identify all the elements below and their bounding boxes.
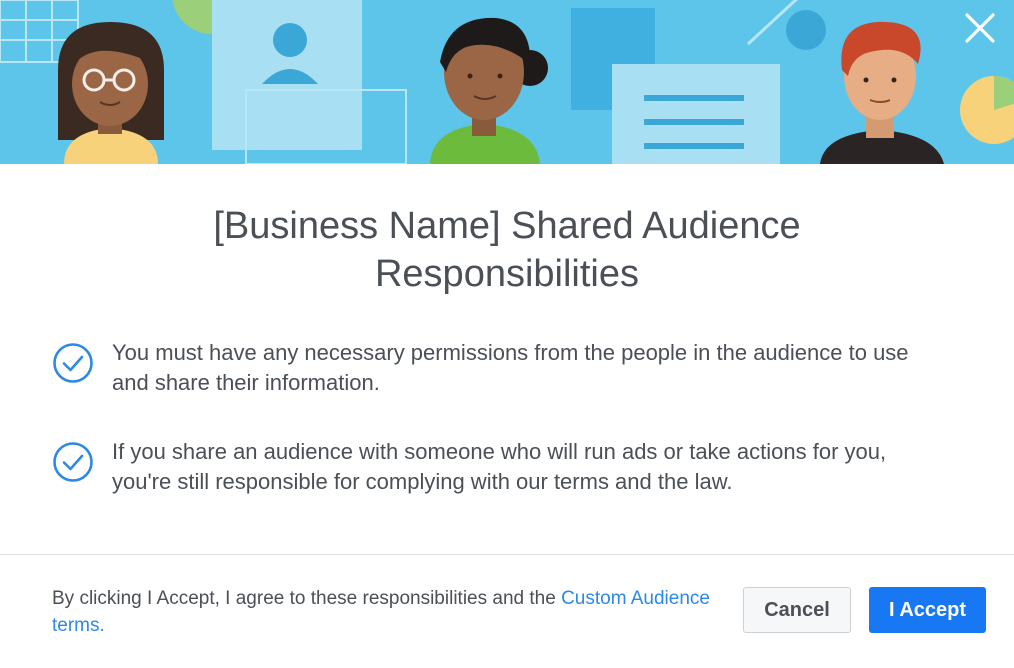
person-with-bun-illustration [430, 17, 548, 164]
check-circle-icon [53, 442, 93, 482]
close-icon [965, 13, 995, 43]
people-illustration [0, 0, 1014, 164]
cancel-button[interactable]: Cancel [743, 587, 851, 633]
responsibility-text-line1: You must have any necessary permissions … [112, 340, 909, 365]
dialog-title: [Business Name] Shared Audience Responsi… [0, 202, 1014, 298]
responsibility-text-line2: and share their information. [112, 370, 380, 395]
person-with-red-hair-illustration [820, 21, 944, 164]
percent-decoration [786, 10, 826, 50]
person-with-glasses-illustration [58, 22, 164, 164]
dialog-title-line2: Responsibilities [374, 253, 639, 295]
agreement-text-prefix: By clicking I Accept, I agree to these r… [52, 588, 562, 609]
close-button[interactable] [964, 12, 1000, 48]
accept-button[interactable]: I Accept [869, 587, 986, 633]
header-illustration [0, 0, 1014, 164]
responsibility-text-line2: you're still responsible for complying w… [112, 469, 733, 494]
dialog-title-line1: [Business Name] Shared Audience [213, 205, 801, 247]
responsibility-text: If you share an audience with someone wh… [112, 437, 992, 497]
footer-divider [0, 554, 1014, 555]
responsibility-text: You must have any necessary permissions … [112, 338, 992, 398]
responsibility-text-line1: If you share an audience with someone wh… [112, 439, 887, 464]
check-circle-icon [53, 343, 93, 383]
agreement-text: By clicking I Accept, I agree to these r… [52, 585, 712, 639]
user-silhouette-icon [273, 23, 307, 57]
